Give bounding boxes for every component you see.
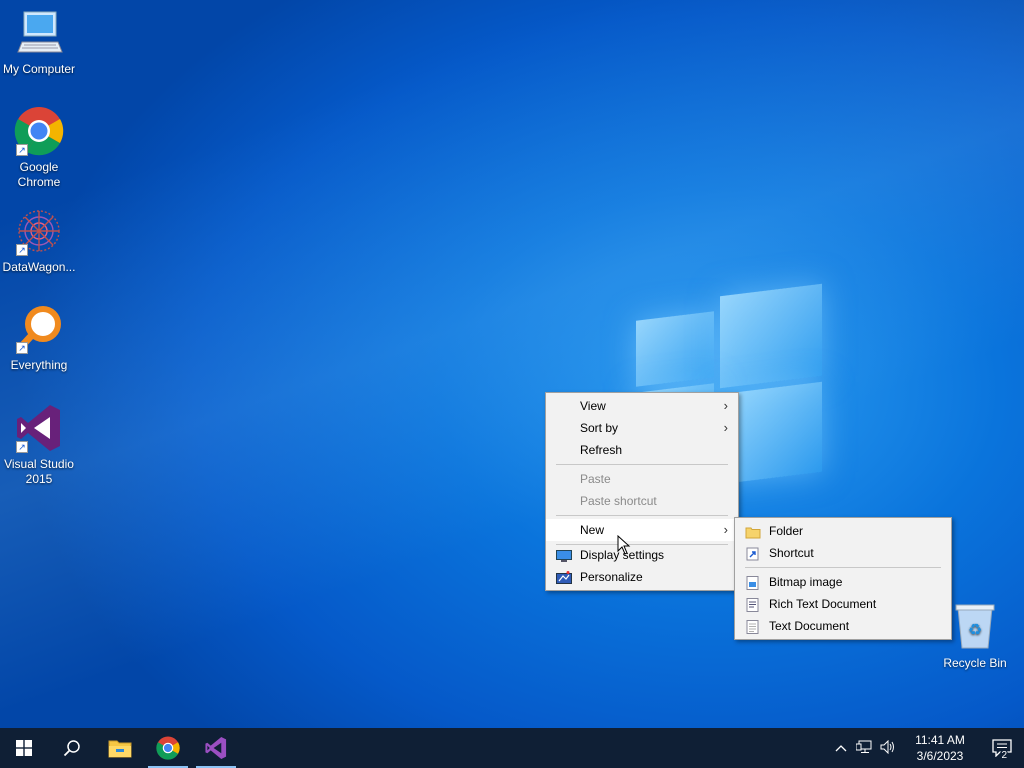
taskbar-chrome[interactable] [144, 728, 192, 768]
shortcut-arrow-icon: ↗ [16, 441, 28, 453]
search-button[interactable] [48, 728, 96, 768]
volume-button[interactable] [876, 739, 900, 757]
desktop-context-menu: View › Sort by › Refresh Paste Paste sho… [545, 392, 739, 591]
desktop-icon-label: Everything [10, 358, 68, 372]
shortcut-arrow-icon: ↗ [16, 342, 28, 354]
recycle-bin-icon: ♻ [950, 602, 1000, 652]
menu-separator [556, 464, 728, 465]
submenu-item-text-document[interactable]: Text Document [735, 615, 951, 637]
file-explorer-icon [108, 740, 132, 758]
notification-count-badge: 2 [1000, 750, 1008, 761]
shortcut-arrow-icon: ↗ [16, 244, 28, 256]
shortcut-arrow-icon: ↗ [16, 144, 28, 156]
menu-item-refresh[interactable]: Refresh [546, 439, 738, 461]
menu-separator [556, 515, 728, 516]
menu-item-new[interactable]: New › [546, 519, 738, 541]
chrome-icon: ↗ [14, 106, 64, 156]
submenu-item-shortcut[interactable]: Shortcut [735, 542, 951, 564]
desktop-icon-label: Recycle Bin [943, 656, 1007, 670]
menu-item-sort-by[interactable]: Sort by › [546, 417, 738, 439]
mouse-cursor-icon [617, 535, 631, 555]
desktop-icon-google-chrome[interactable]: ↗ Google Chrome [0, 106, 78, 190]
folder-icon [745, 524, 761, 539]
desktop-icon-label: DataWagon... [2, 260, 76, 274]
text-document-icon [745, 619, 761, 634]
volume-icon [880, 739, 894, 754]
chrome-icon [156, 736, 180, 760]
submenu-item-rich-text-document[interactable]: Rich Text Document [735, 593, 951, 615]
new-submenu: Folder Shortcut Bitmap image Rich Text D… [734, 517, 952, 640]
network-button[interactable] [852, 740, 876, 757]
desktop-icon-label: My Computer [2, 62, 76, 76]
menu-item-personalize[interactable]: Personalize [546, 566, 738, 588]
datawagon-icon: ↗ [14, 206, 64, 256]
menu-item-paste-shortcut[interactable]: Paste shortcut [546, 490, 738, 512]
menu-item-paste[interactable]: Paste [546, 468, 738, 490]
taskbar-visual-studio[interactable] [192, 728, 240, 768]
desktop-icon-everything[interactable]: ↗ Everything [0, 304, 78, 373]
desktop-icon-label: Visual Studio 2015 [4, 457, 74, 486]
chevron-up-icon [835, 745, 847, 752]
system-tray: 11:41 AM 3/6/2023 2 [830, 728, 1024, 768]
personalize-icon [556, 570, 572, 584]
action-center-button[interactable]: 2 [980, 728, 1024, 768]
rich-text-icon [745, 597, 761, 612]
search-icon [63, 740, 80, 757]
submenu-item-folder[interactable]: Folder [735, 520, 951, 542]
bitmap-icon [745, 575, 761, 590]
display-icon [556, 548, 572, 562]
desktop-icon-label: Google Chrome [17, 160, 61, 189]
clock[interactable]: 11:41 AM 3/6/2023 [908, 732, 972, 764]
taskbar-file-explorer[interactable] [96, 728, 144, 768]
menu-item-display-settings[interactable]: Display settings [546, 544, 738, 566]
menu-item-view[interactable]: View › [546, 395, 738, 417]
submenu-item-bitmap-image[interactable]: Bitmap image [735, 571, 951, 593]
desktop-icon-my-computer[interactable]: My Computer [0, 8, 78, 77]
svg-text:♻: ♻ [968, 620, 982, 639]
chevron-right-icon: › [723, 522, 728, 537]
visual-studio-icon [205, 736, 227, 760]
clock-time: 11:41 AM [915, 733, 965, 747]
start-button[interactable] [0, 728, 48, 768]
chevron-right-icon: › [723, 398, 728, 413]
everything-search-icon: ↗ [14, 304, 64, 354]
start-icon [16, 740, 32, 756]
show-hidden-icons-button[interactable] [830, 741, 852, 755]
taskbar: 11:41 AM 3/6/2023 2 [0, 728, 1024, 768]
desktop-icon-datawagon[interactable]: ↗ DataWagon... [0, 206, 78, 275]
desktop-icon-visual-studio[interactable]: ↗ Visual Studio 2015 [0, 403, 78, 487]
chevron-right-icon: › [723, 420, 728, 435]
visual-studio-icon: ↗ [14, 403, 64, 453]
shortcut-icon [745, 546, 761, 561]
menu-separator [745, 567, 941, 568]
clock-date: 3/6/2023 [916, 749, 964, 763]
computer-icon [14, 8, 64, 58]
network-icon [855, 740, 872, 753]
